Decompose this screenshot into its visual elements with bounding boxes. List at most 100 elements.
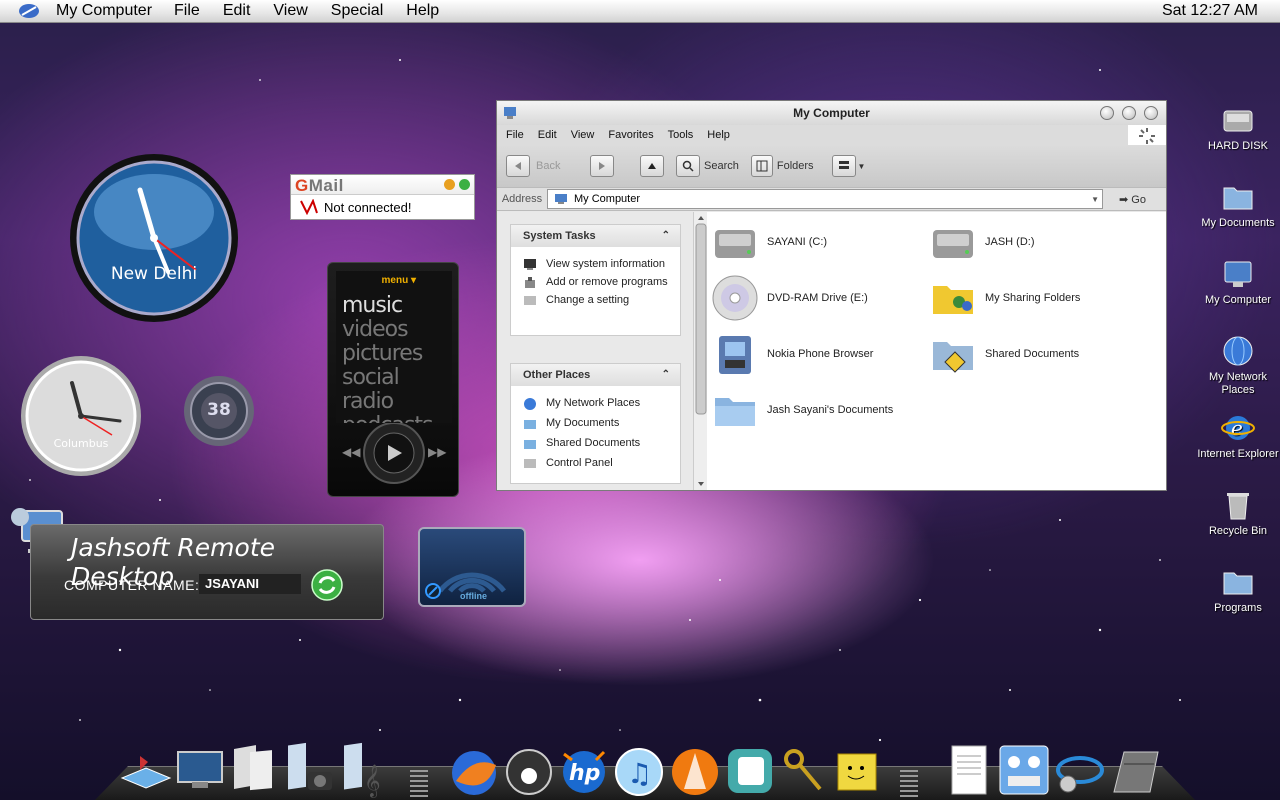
task-pane-scrollbar[interactable]: [693, 212, 707, 490]
dock-icon-utilities[interactable]: [1052, 744, 1108, 798]
folders-button[interactable]: [750, 155, 773, 177]
other-places-header[interactable]: Other Places ⌃: [511, 364, 680, 386]
address-dropdown-icon[interactable]: ▼: [1091, 195, 1099, 204]
minimize-icon[interactable]: [444, 179, 455, 190]
dock-icon-trash[interactable]: [1108, 746, 1164, 798]
dock-icon-monitor[interactable]: [174, 748, 226, 792]
desktop-icon-recycle-bin[interactable]: Recycle Bin: [1193, 488, 1280, 538]
dock-icon-itunes[interactable]: ♫: [612, 745, 666, 797]
dock-icon-camera-folder[interactable]: [284, 742, 338, 798]
my-computer-window[interactable]: My Computer File Edit View Favorites Too…: [496, 100, 1167, 491]
place-my-documents[interactable]: My Documents: [511, 416, 680, 430]
zune-item-videos[interactable]: videos: [342, 319, 409, 341]
place-my-network-places[interactable]: My Network Places: [511, 396, 680, 410]
window-close-button[interactable]: [1144, 106, 1158, 120]
clock-widget-columbus[interactable]: Columbus: [20, 355, 142, 477]
search-button[interactable]: [676, 155, 700, 177]
menu-view[interactable]: View: [273, 2, 307, 20]
address-input[interactable]: My Computer ▼: [547, 189, 1103, 209]
system-tasks-header[interactable]: System Tasks ⌃: [511, 225, 680, 247]
window-titlebar[interactable]: My Computer: [497, 101, 1166, 125]
zune-item-music[interactable]: music: [342, 295, 403, 317]
zune-player-widget[interactable]: menu ▾ music videos pictures social radi…: [327, 262, 459, 497]
desktop-icon-internet-explorer[interactable]: e Internet Explorer: [1193, 411, 1280, 461]
search-label[interactable]: Search: [704, 160, 739, 172]
dock-icon-documents-stack[interactable]: [228, 744, 284, 796]
desktop-icon-programs[interactable]: Programs: [1193, 565, 1280, 615]
task-change-setting[interactable]: Change a setting: [511, 293, 680, 307]
file-item-sayani-c[interactable]: SAYANI (C:): [711, 218, 827, 266]
dock-icon-audio-player[interactable]: [504, 746, 554, 798]
dock-icon-system-panel[interactable]: [996, 744, 1052, 798]
dock-icon-firefox[interactable]: [446, 745, 502, 797]
window-minimize-button[interactable]: [1100, 106, 1114, 120]
window-menu-edit[interactable]: Edit: [538, 129, 557, 141]
apple-logo-icon[interactable]: [16, 2, 42, 20]
gmail-gadget[interactable]: GMail Not connected!: [290, 174, 475, 220]
expand-icon[interactable]: [459, 179, 470, 190]
dock-icon-app-window[interactable]: [724, 745, 776, 797]
window-menu-help[interactable]: Help: [707, 129, 730, 141]
scroll-down-icon[interactable]: [698, 482, 704, 486]
forward-button[interactable]: [590, 155, 614, 177]
desktop-icon-label: Internet Explorer: [1197, 448, 1279, 460]
menu-app-name[interactable]: My Computer: [56, 2, 152, 20]
zune-menu-button[interactable]: menu ▾: [382, 275, 416, 286]
zune-item-podcasts[interactable]: podcasts: [342, 415, 434, 424]
file-item-nokia-phone-browser[interactable]: Nokia Phone Browser: [711, 330, 873, 378]
desktop-icon-hard-disk[interactable]: HARD DISK: [1193, 103, 1280, 153]
window-menu-file[interactable]: File: [506, 129, 524, 141]
desktop-icon-my-documents[interactable]: My Documents: [1193, 180, 1280, 230]
go-button[interactable]: ➡ Go: [1119, 193, 1146, 206]
menubar-clock[interactable]: Sat 12:27 AM: [1162, 2, 1258, 20]
scroll-thumb[interactable]: [695, 223, 707, 415]
file-item-jash-sayani-documents[interactable]: Jash Sayani's Documents: [711, 386, 893, 434]
file-item-shared-documents[interactable]: Shared Documents: [929, 330, 1079, 378]
zune-item-radio[interactable]: radio: [342, 391, 394, 413]
folders-label[interactable]: Folders: [777, 160, 814, 172]
back-label[interactable]: Back: [536, 160, 586, 172]
fast-forward-icon[interactable]: ▶▶: [428, 445, 447, 459]
network-status-widget[interactable]: offline: [418, 527, 526, 607]
window-menu-favorites[interactable]: Favorites: [608, 129, 653, 141]
dock-icon-stickies[interactable]: [834, 748, 882, 796]
dock-icon-text-document[interactable]: [948, 744, 992, 798]
dock-icon-keychain[interactable]: [780, 745, 826, 797]
back-arrow-icon: [515, 162, 521, 170]
window-menu-tools[interactable]: Tools: [668, 129, 694, 141]
desktop-icon-my-computer[interactable]: My Computer: [1193, 257, 1280, 307]
file-item-my-sharing-folders[interactable]: My Sharing Folders: [929, 274, 1080, 322]
collapse-chevron-icon[interactable]: ⌃: [662, 364, 670, 386]
view-mode-button[interactable]: [831, 155, 856, 177]
collapse-chevron-icon[interactable]: ⌃: [662, 225, 670, 247]
dock-icon-network-map[interactable]: [118, 748, 174, 792]
place-shared-documents[interactable]: Shared Documents: [511, 436, 680, 450]
zune-item-pictures[interactable]: pictures: [342, 343, 423, 365]
task-view-system-info[interactable]: View system information: [511, 257, 680, 271]
place-control-panel[interactable]: Control Panel: [511, 456, 680, 470]
dock-icon-vlc[interactable]: [668, 745, 722, 797]
window-menu-view[interactable]: View: [571, 129, 595, 141]
dock-icon-music-folder[interactable]: 𝄞: [340, 742, 392, 798]
menu-file[interactable]: File: [174, 2, 200, 20]
file-item-dvd-ram-e[interactable]: DVD-RAM Drive (E:): [711, 274, 868, 322]
dock-icon-hp[interactable]: hp: [556, 744, 612, 796]
rewind-icon[interactable]: ◀◀: [342, 445, 361, 459]
computer-name-field[interactable]: JSAYANI: [199, 574, 301, 594]
back-button[interactable]: [506, 155, 530, 177]
menu-special[interactable]: Special: [331, 2, 383, 20]
view-mode-dropdown-icon[interactable]: ▼: [858, 162, 866, 171]
scroll-up-icon[interactable]: [698, 216, 704, 220]
file-item-jash-d[interactable]: JASH (D:): [929, 218, 1035, 266]
menu-help[interactable]: Help: [406, 2, 439, 20]
window-zoom-button[interactable]: [1122, 106, 1136, 120]
zune-item-social[interactable]: social: [342, 367, 400, 389]
menu-edit[interactable]: Edit: [223, 2, 251, 20]
task-add-remove-programs[interactable]: Add or remove programs: [511, 275, 680, 289]
up-button[interactable]: [640, 155, 664, 177]
refresh-icon[interactable]: [311, 569, 343, 601]
desktop-icon-my-network-places[interactable]: My Network Places: [1193, 334, 1280, 397]
remote-desktop-widget[interactable]: Jashsoft Remote Desktop COMPUTER NAME: J…: [30, 524, 384, 620]
gauge-widget[interactable]: 38: [183, 375, 255, 447]
clock-widget-new-delhi[interactable]: New Delhi: [68, 152, 240, 324]
